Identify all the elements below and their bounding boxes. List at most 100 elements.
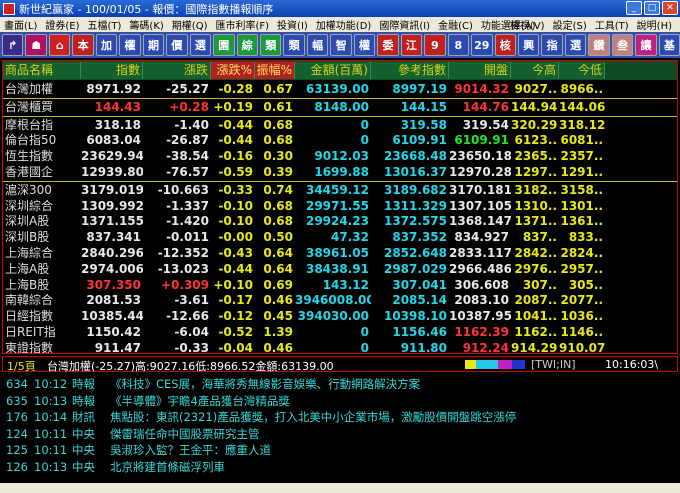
table-row[interactable]: 恆生指數 23629.94 -38.54 -0.16 0.30 9012.03 23668.… (3, 149, 677, 164)
cell-pct: -0.44 (218, 117, 253, 132)
toolbar-button[interactable]: 類 (259, 34, 282, 56)
menu-item[interactable]: 投資(I) (273, 17, 312, 32)
menu-item[interactable]: 設定(S) (549, 17, 591, 32)
table-row[interactable]: 日經指數 10385.44 -12.66 -0.12 0.45 394030.00 1039… (3, 309, 677, 324)
menu-item[interactable]: 證券(E) (41, 17, 83, 32)
table-row[interactable]: 上海A股 2974.006 -13.023 -0.44 0.64 38438.91 2987… (3, 262, 677, 277)
toolbar-button[interactable]: 選 (189, 34, 212, 56)
toolbar-button[interactable]: 委 (377, 34, 399, 56)
cell-high: 1041.. (514, 309, 557, 324)
column-header[interactable]: 漲跌 (143, 62, 211, 79)
column-header[interactable]: 指數 (81, 62, 143, 79)
table-row[interactable]: 日REIT指 1150.42 -6.04 -0.52 1.39 0 1156.46 1162.… (3, 325, 677, 340)
close-button[interactable]: ✕ (662, 1, 678, 15)
column-header[interactable]: 振幅% (255, 62, 295, 79)
toolbar-button[interactable]: 加 (95, 34, 118, 56)
cell-low: 8966.. (560, 82, 603, 96)
toolbar-button[interactable]: 智 (330, 34, 352, 56)
toolbar-button[interactable]: 綜 (236, 34, 258, 56)
minimize-button[interactable]: _ (626, 1, 642, 15)
cell-chg: -25.27 (166, 82, 209, 96)
menu-item[interactable]: 加權功能(D) (312, 17, 376, 32)
cell-open: 23650.18 (449, 149, 511, 164)
column-header[interactable]: 漲跌% (211, 62, 255, 79)
table-row[interactable]: 摩根台指 318.18 -1.40 -0.44 0.68 0 319.58 319.54 320… (3, 118, 677, 133)
toolbar-button[interactable]: 9 (424, 34, 446, 56)
cell-amt: 143.12 (322, 277, 369, 292)
table-row[interactable]: 香港國企 12939.80 -76.57 -0.59 0.39 1699.88 13016.… (3, 165, 677, 180)
toolbar-button[interactable]: 類 (283, 34, 305, 56)
toolbar-button[interactable]: 鑽 (588, 34, 610, 56)
table-row[interactable]: 倫台指50 6083.04 -26.87 -0.44 0.68 0 6109.91 6109.… (3, 133, 677, 148)
news-src: 中央 (72, 443, 95, 458)
column-header[interactable]: 商品名稱 (3, 62, 81, 79)
menu-item[interactable]: 國際資訊(I) (375, 17, 434, 32)
toolbar-button[interactable]: 選 (564, 34, 587, 56)
toolbar-button[interactable]: ⌂ (48, 34, 71, 56)
column-header[interactable]: 開盤 (449, 62, 511, 79)
cell-low: 2077.. (560, 293, 603, 308)
menu-item[interactable]: 期權(Q) (168, 17, 212, 32)
cell-amt: 1699.88 (314, 165, 369, 179)
news-item[interactable]: 176 10:14 財訊 焦點股：東訊(2321)產品獲獎，打入北美中小企業市場，激勵… (6, 410, 630, 425)
cell-ref: 23668.48 (383, 149, 447, 164)
table-row[interactable]: 東證指數 911.47 -0.33 -0.04 0.46 0 911.80 912.24 914… (3, 341, 677, 356)
column-header[interactable]: 今低 (559, 62, 605, 79)
column-header[interactable]: 參考指數 (371, 62, 449, 79)
signal-bar (465, 360, 525, 369)
cell-idx: 2840.296 (81, 246, 143, 260)
toolbar-button[interactable]: 29 (471, 34, 493, 56)
toolbar-button[interactable]: 基 (658, 34, 680, 56)
maximize-button[interactable]: □ (644, 1, 660, 15)
cell-idx: 837.341 (86, 230, 141, 245)
table-row[interactable]: 滬深300 3179.019 -10.663 -0.33 0.74 34459.12 318… (3, 183, 677, 198)
table-row[interactable]: 台灣加權 8971.92 -25.27 -0.28 0.67 63139.00 8997.1… (3, 82, 677, 97)
cell-chg: -13.023 (157, 261, 209, 276)
toolbar-button[interactable]: 期 (142, 34, 165, 56)
menu-item[interactable]: 金融(C) (434, 17, 477, 32)
table-row[interactable]: 深圳綜合 1309.992 -1.337 -0.10 0.68 29971.55 1311.… (3, 199, 677, 214)
news-item[interactable]: 634 10:12 時報 《科技》CES展，海華將秀無線影音娛樂、行動網路解決方案 (6, 377, 630, 392)
toolbar-button[interactable]: 核 (494, 34, 516, 56)
menu-item[interactable]: 說明(H) (633, 17, 676, 32)
menu-item[interactable]: 畫面(L) (0, 17, 41, 32)
menu-item[interactable]: 匯市利率(F) (211, 17, 273, 32)
table-row[interactable]: 上海綜合 2840.296 -12.352 -0.43 0.64 38961.05 2852… (3, 246, 677, 261)
toolbar-button[interactable]: 指 (541, 34, 563, 56)
table-row[interactable]: 深圳B股 837.341 -0.011 -0.00 0.50 47.32 837.352 83… (3, 230, 677, 245)
cell-chg: -0.33 (174, 340, 209, 355)
cell-high: 1310.. (514, 198, 557, 213)
table-row[interactable]: 深圳A股 1371.155 -1.420 -0.10 0.68 29924.23 1372.… (3, 214, 677, 229)
column-header[interactable]: 今高 (511, 62, 559, 79)
news-item[interactable]: 635 10:13 時報 《半導體》宇瞻4產品獲台灣精品獎 (6, 394, 630, 409)
toolbar-button[interactable]: ↱ (2, 34, 24, 56)
toolbar-button[interactable]: 園 (213, 34, 235, 56)
menu-item[interactable]: 五檔(T) (84, 17, 126, 32)
toolbar-button[interactable]: 讓 (635, 34, 657, 56)
page-indicator[interactable]: 1/5頁 (7, 358, 36, 374)
toolbar-button[interactable]: 權 (353, 34, 376, 56)
toolbar-button[interactable]: 幅 (306, 34, 329, 56)
news-item[interactable]: 124 10:11 中央 傑雷瑞任命中國股票研究主管 (6, 427, 630, 442)
menu-item[interactable]: 籌碼(K) (125, 17, 167, 32)
toolbar-button[interactable]: 本 (72, 34, 94, 56)
column-header[interactable]: 金額(百萬) (295, 62, 371, 79)
cell-amp: 0.50 (263, 230, 293, 245)
cell-open: 319.54 (462, 117, 509, 132)
cell-ref: 1311.329 (383, 198, 447, 213)
news-item[interactable]: 125 10:11 中央 吳淑珍入監？王金平：應重人道 (6, 443, 630, 458)
toolbar-button[interactable]: 江 (400, 34, 423, 56)
table-row[interactable]: 上海B股 307.350 +0.309 +0.10 0.69 143.12 307.041 3… (3, 278, 677, 293)
toolbar-button[interactable]: ☗ (25, 34, 47, 56)
menu-item[interactable]: 檢視(V) (506, 17, 549, 32)
toolbar-button[interactable]: 8 (447, 34, 470, 56)
toolbar-button[interactable]: 價 (166, 34, 188, 56)
table-row[interactable]: 南韓綜合 2081.53 -3.61 -0.17 0.46 3946008.00 2085.… (3, 293, 677, 308)
menu-item[interactable]: 工具(T) (591, 17, 633, 32)
toolbar-button[interactable]: 叁 (611, 34, 634, 56)
table-row[interactable]: 台灣櫃買 144.43 +0.28 +0.19 0.61 8148.00 144.15 144… (3, 100, 677, 115)
toolbar-button[interactable]: 權 (119, 34, 141, 56)
toolbar-button[interactable]: 興 (517, 34, 540, 56)
news-item[interactable]: 126 10:13 中央 北京將建首條磁浮列車 (6, 460, 630, 475)
cell-high: 1297.. (514, 165, 557, 179)
